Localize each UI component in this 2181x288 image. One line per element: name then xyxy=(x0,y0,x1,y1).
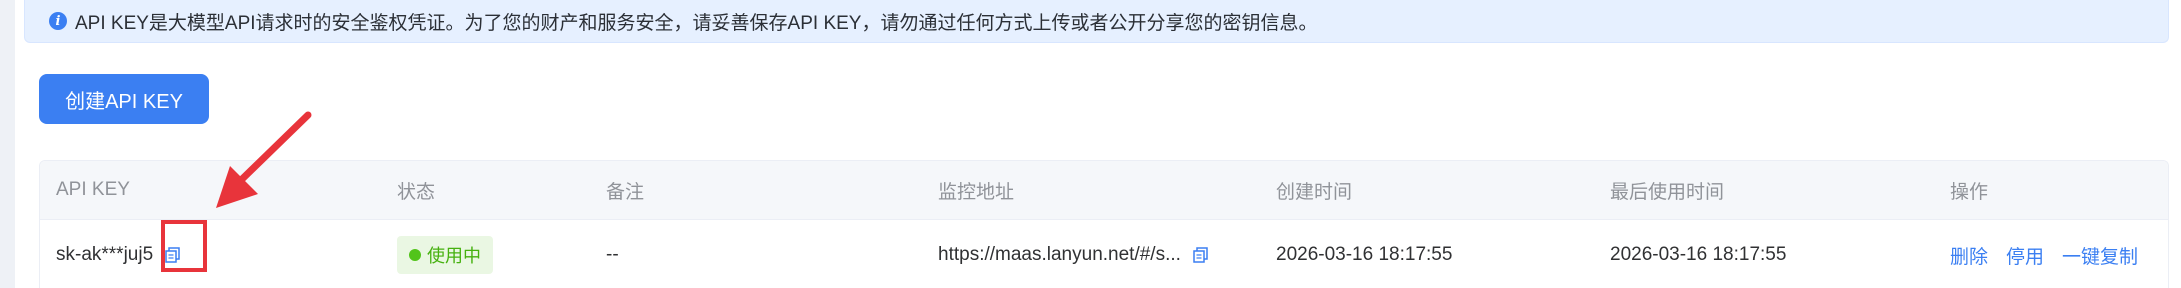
delete-link[interactable]: 删除 xyxy=(1950,242,1988,269)
api-key-notice: i API KEY是大模型API请求时的安全鉴权凭证。为了您的财产和服务安全，请… xyxy=(24,0,2169,43)
last-used-cell: 2026-03-16 18:17:55 xyxy=(1610,244,1787,265)
header-created: 创建时间 xyxy=(1276,181,1353,203)
notice-text: API KEY是大模型API请求时的安全鉴权凭证。为了您的财产和服务安全，请妥善… xyxy=(75,12,1318,34)
table-row: sk-ak***juj5 使用中 -- https://maas.lanyun.… xyxy=(40,220,2168,288)
header-monitor-url: 监控地址 xyxy=(938,181,1015,203)
header-remark: 备注 xyxy=(606,181,645,203)
actions-cell: 删除 停用 一键复制 xyxy=(1950,220,2156,288)
api-key-table: API KEY 状态 备注 监控地址 创建时间 最后使用时间 操作 sk-ak*… xyxy=(39,160,2169,288)
header-last-used: 最后使用时间 xyxy=(1610,181,1725,203)
header-api-key: API KEY xyxy=(56,179,130,200)
created-cell: 2026-03-16 18:17:55 xyxy=(1276,244,1453,265)
status-dot-icon xyxy=(409,249,421,261)
copy-icon-highlight-box xyxy=(161,220,207,272)
monitor-url-cell: https://maas.lanyun.net/#/s... xyxy=(938,220,1209,288)
monitor-url-value: https://maas.lanyun.net/#/s... xyxy=(938,244,1181,265)
red-arrow-icon xyxy=(216,111,312,208)
copy-monitor-url-icon[interactable] xyxy=(1193,247,1209,263)
header-actions: 操作 xyxy=(1950,181,1989,203)
header-status: 状态 xyxy=(397,181,436,203)
copy-all-link[interactable]: 一键复制 xyxy=(2062,242,2138,269)
remark-cell: -- xyxy=(606,244,619,265)
info-icon: i xyxy=(49,12,67,30)
status-text: 使用中 xyxy=(427,246,481,266)
create-api-key-button[interactable]: 创建API KEY xyxy=(39,74,209,124)
api-key-value: sk-ak***juj5 xyxy=(56,244,154,265)
status-badge: 使用中 xyxy=(397,236,493,274)
table-header: API KEY 状态 备注 监控地址 创建时间 最后使用时间 操作 xyxy=(40,161,2168,220)
page-left-strip xyxy=(0,0,15,288)
status-cell: 使用中 xyxy=(397,220,493,288)
disable-link[interactable]: 停用 xyxy=(2006,242,2044,269)
